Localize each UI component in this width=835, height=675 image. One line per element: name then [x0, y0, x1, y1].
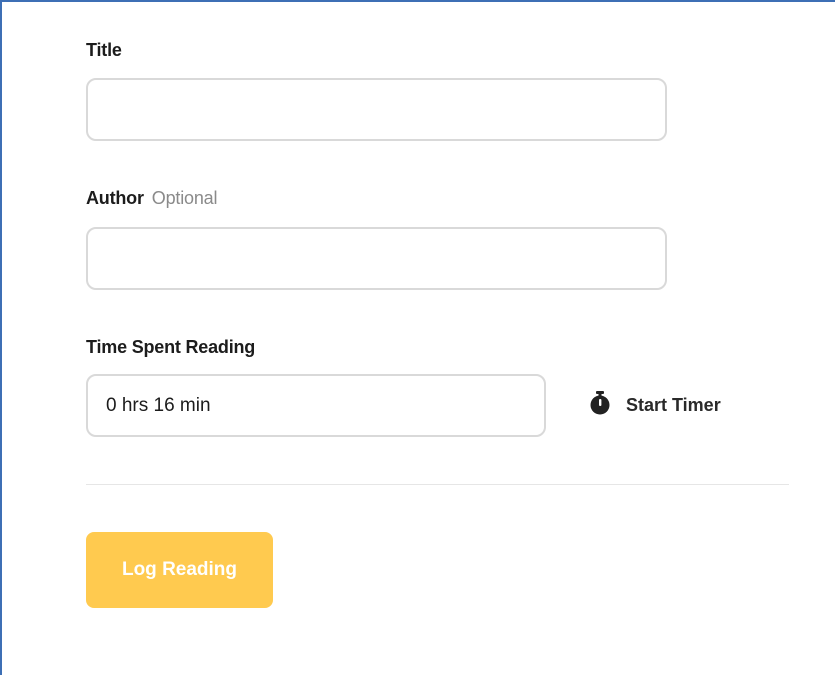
author-label: Author Optional [86, 188, 217, 209]
time-spent-label: Time Spent Reading [86, 337, 255, 358]
stopwatch-icon [588, 390, 612, 421]
title-label: Title [86, 40, 122, 61]
start-timer-button[interactable]: Start Timer [588, 390, 721, 421]
form-panel: Title Author Optional Time Spent Reading … [0, 0, 835, 675]
time-spent-input[interactable] [86, 374, 546, 437]
optional-hint: Optional [151, 188, 218, 208]
time-spent-label-text: Time Spent Reading [86, 337, 256, 357]
divider [86, 484, 789, 485]
title-input[interactable] [86, 78, 667, 141]
start-timer-label: Start Timer [626, 395, 721, 415]
author-label-text: Author [86, 188, 144, 208]
log-reading-button[interactable]: Log Reading [86, 532, 273, 608]
author-input[interactable] [86, 227, 667, 290]
title-label-text: Title [86, 40, 122, 60]
